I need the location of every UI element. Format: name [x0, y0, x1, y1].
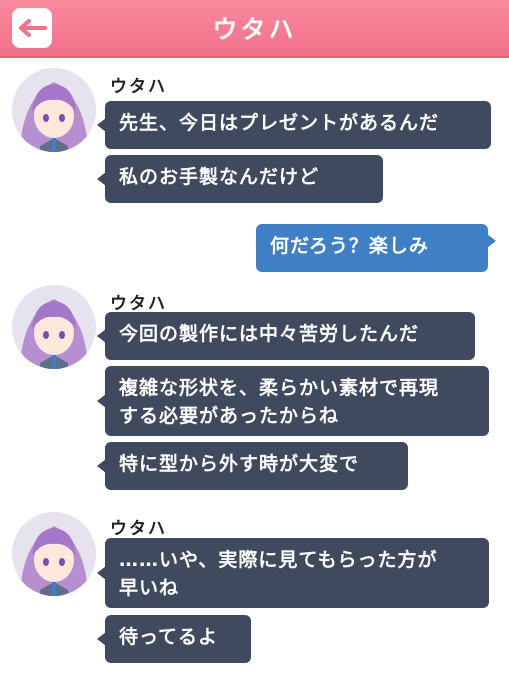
message-bubble: 待ってるよ — [97, 615, 251, 663]
sender-name: ウタハ — [110, 77, 167, 97]
sender-name: ウタハ — [110, 294, 167, 314]
message-bubble: 複雑な形状を、柔らかい素材で再現 する必要があったからね — [97, 366, 489, 436]
chat-title: ウタハ — [212, 15, 297, 44]
utaha-avatar-image — [12, 68, 96, 152]
avatar[interactable] — [12, 512, 96, 596]
sender-name: ウタハ — [110, 519, 167, 539]
header-bar: ウタハ — [0, 0, 509, 58]
utaha-avatar-image — [12, 512, 96, 596]
sent-message-bubble: 何だろう？楽しみ — [256, 224, 496, 272]
message-bubble: 特に型から外す時が大変で — [97, 442, 408, 490]
avatar[interactable] — [12, 68, 96, 152]
utaha-avatar-image — [12, 285, 96, 369]
avatar[interactable] — [12, 285, 96, 369]
message-bubble: ……いや、実際に見てもらった方が 早いね — [97, 538, 489, 608]
message-bubble: 先生、今日はプレゼントがあるんだ — [97, 101, 491, 149]
message-bubble: 今回の製作には中々苦労したんだ — [97, 312, 475, 360]
message-bubble: 私のお手製なんだけど — [97, 155, 383, 203]
